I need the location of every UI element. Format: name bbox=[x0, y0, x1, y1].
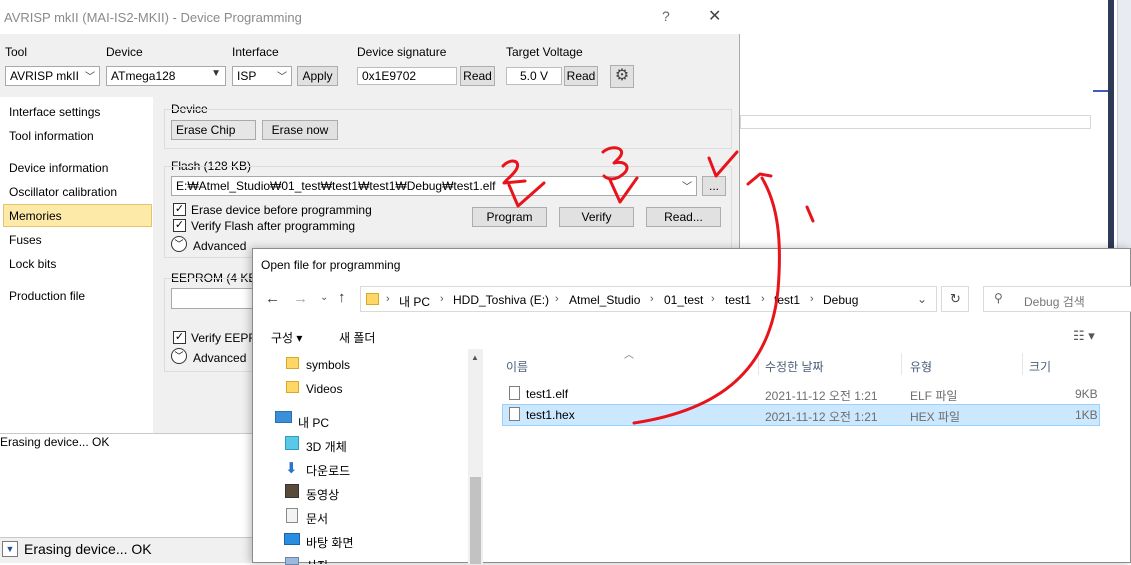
check-annotation-browse bbox=[707, 150, 739, 178]
digit-2-annotation bbox=[501, 159, 527, 185]
check-annotation-program bbox=[507, 181, 546, 208]
arrowhead-annotation bbox=[746, 172, 773, 186]
check-annotation-verify bbox=[608, 176, 639, 204]
digit-1-annotation bbox=[805, 205, 815, 223]
annotation-overlay bbox=[501, 146, 815, 425]
arrow-annotation bbox=[632, 176, 781, 425]
digit-3-annotation bbox=[601, 146, 629, 181]
